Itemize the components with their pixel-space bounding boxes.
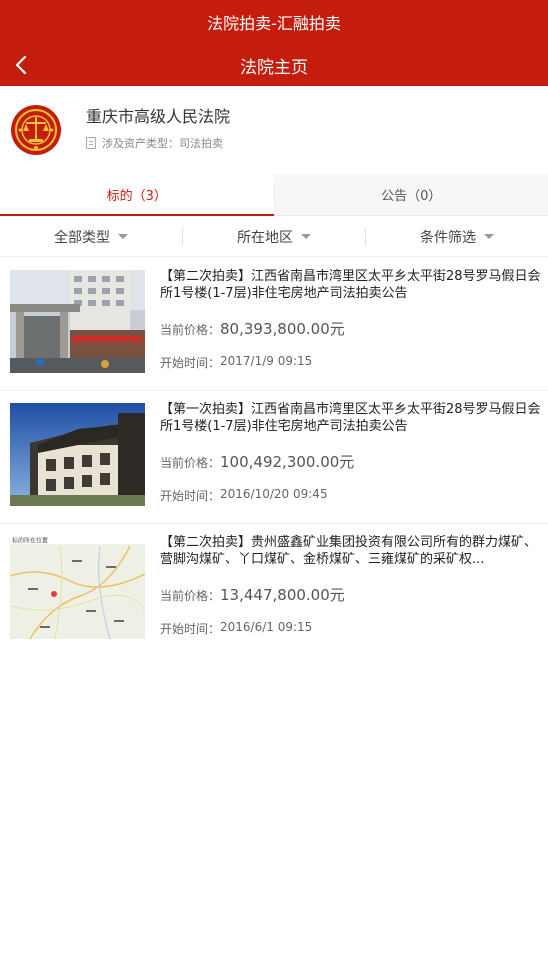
caret-down-icon [484, 234, 494, 239]
filter-conditions-dropdown[interactable]: 条件筛选 [366, 227, 548, 247]
location-map-image: 标的所在位置 [10, 536, 145, 639]
price-row: 当前价格： 13,447,800.00元 [160, 584, 345, 605]
filter-type-dropdown[interactable]: 全部类型 [0, 227, 182, 247]
start-time-label: 开始时间： [160, 622, 221, 636]
list-item[interactable]: 标的所在位置 【第二次拍卖】贵州盛鑫矿业集团投资有限公司所有的群力煤矿、营脚沟煤… [0, 524, 548, 657]
caret-down-icon [301, 234, 311, 239]
court-header: 重庆市高级人民法院 涉及资产类型： 司法拍卖 [0, 86, 548, 174]
tab-announcements[interactable]: 公告（0） [275, 174, 548, 215]
item-title[interactable]: 【第二次拍卖】江西省南昌市湾里区太平乡太平街28号罗马假日会所1号楼(1-7层)… [160, 268, 542, 302]
app-title-bar: 法院拍卖-汇融拍卖 [0, 0, 548, 44]
back-button[interactable] [8, 52, 34, 78]
item-title[interactable]: 【第一次拍卖】江西省南昌市湾里区太平乡太平街28号罗马假日会所1号楼(1-7层)… [160, 401, 542, 435]
court-emblem-icon [11, 105, 61, 155]
start-time-row: 开始时间： 2017/1/9 09:15 [160, 354, 312, 371]
filter-type-label: 全部类型 [54, 229, 110, 246]
asset-type-value: 司法拍卖 [179, 137, 223, 150]
tab-lots[interactable]: 标的（3） [0, 174, 274, 216]
price-value: 80,393,800.00元 [220, 320, 345, 338]
property-photo [10, 270, 145, 373]
price-value: 100,492,300.00元 [220, 453, 355, 471]
start-time-value: 2017/1/9 09:15 [220, 354, 313, 368]
court-name: 重庆市高级人民法院 [86, 107, 231, 126]
price-row: 当前价格： 100,492,300.00元 [160, 451, 354, 472]
property-photo [10, 403, 145, 506]
start-time-value: 2016/6/1 09:15 [220, 620, 313, 634]
asset-type-row: 涉及资产类型： 司法拍卖 [86, 135, 223, 151]
start-time-value: 2016/10/20 09:45 [220, 487, 328, 501]
chevron-left-icon [15, 55, 27, 75]
start-time-label: 开始时间： [160, 489, 221, 503]
price-label: 当前价格： [160, 589, 221, 603]
asset-type-label: 涉及资产类型： [102, 137, 179, 150]
filter-conditions-label: 条件筛选 [420, 229, 476, 246]
app-title: 法院拍卖-汇融拍卖 [207, 14, 341, 33]
price-label: 当前价格： [160, 456, 221, 470]
list-item[interactable]: 【第一次拍卖】江西省南昌市湾里区太平乡太平街28号罗马假日会所1号楼(1-7层)… [0, 391, 548, 524]
filter-region-dropdown[interactable]: 所在地区 [183, 227, 365, 247]
price-label: 当前价格： [160, 323, 221, 337]
nav-bar: 法院主页 [0, 44, 548, 86]
item-title[interactable]: 【第二次拍卖】贵州盛鑫矿业集团投资有限公司所有的群力煤矿、营脚沟煤矿、丫口煤矿、… [160, 534, 542, 568]
price-row: 当前价格： 80,393,800.00元 [160, 318, 345, 339]
map-caption: 标的所在位置 [12, 537, 48, 545]
caret-down-icon [118, 234, 128, 239]
start-time-row: 开始时间： 2016/10/20 09:45 [160, 487, 328, 504]
tab-bar: 标的（3） 公告（0） [0, 174, 548, 216]
page-title: 法院主页 [240, 57, 308, 78]
document-icon [86, 137, 96, 149]
start-time-row: 开始时间： 2016/6/1 09:15 [160, 620, 312, 637]
list-item[interactable]: 【第二次拍卖】江西省南昌市湾里区太平乡太平街28号罗马假日会所1号楼(1-7层)… [0, 258, 548, 391]
start-time-label: 开始时间： [160, 356, 221, 370]
price-value: 13,447,800.00元 [220, 586, 345, 604]
filter-bar: 全部类型 所在地区 条件筛选 [0, 217, 548, 257]
filter-region-label: 所在地区 [237, 229, 293, 246]
